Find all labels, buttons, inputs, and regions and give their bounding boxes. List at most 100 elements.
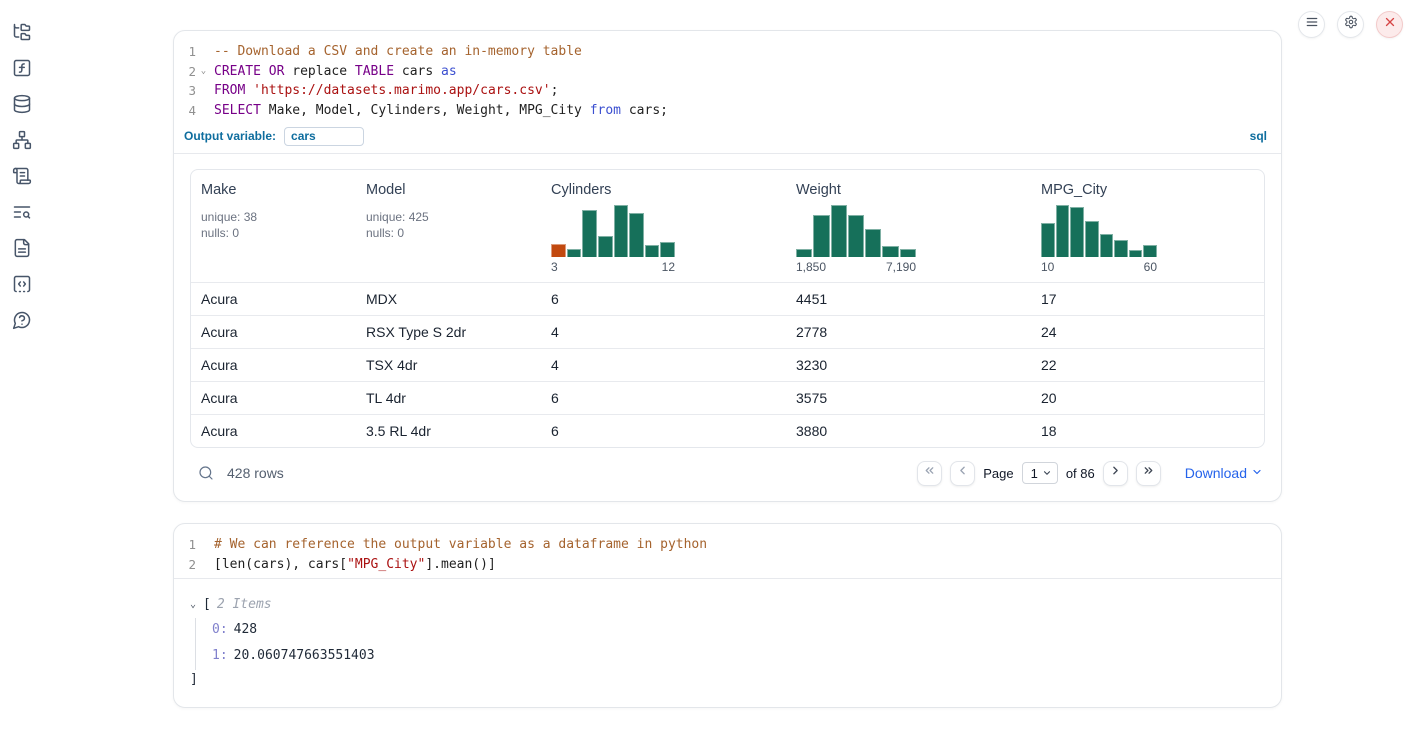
histogram-bar [567, 249, 582, 257]
fold-gutter [196, 555, 211, 575]
table-cell: TL 4dr [356, 381, 541, 414]
document-icon[interactable] [12, 238, 32, 258]
table-row[interactable]: Acura3.5 RL 4dr6388018 [191, 414, 1264, 447]
histogram-bar [629, 213, 644, 257]
page-total-label: of 86 [1066, 466, 1095, 481]
help-icon[interactable] [12, 310, 32, 330]
table-cell: 6 [541, 414, 786, 447]
table-row[interactable]: AcuraTL 4dr6357520 [191, 381, 1264, 414]
column-stat: unique: 38 [201, 209, 346, 226]
table-cell: 4 [541, 315, 786, 348]
file-tree-icon[interactable] [12, 22, 32, 42]
chevron-down-icon [1042, 466, 1052, 481]
hist-min-label: 3 [551, 260, 558, 274]
gear-icon [1344, 15, 1358, 34]
line-number: 3 [174, 81, 196, 101]
database-icon[interactable] [12, 94, 32, 114]
menu-button[interactable] [1298, 11, 1325, 38]
python-code-editor[interactable]: 1# We can reference the output variable … [174, 524, 1281, 578]
table-cell: 18 [1031, 414, 1264, 447]
histogram-bar [1129, 250, 1143, 257]
prev-page-button[interactable] [950, 461, 975, 486]
histogram-bar [865, 229, 881, 257]
last-page-button[interactable] [1136, 461, 1161, 486]
hamburger-icon [1305, 15, 1319, 34]
search-icon[interactable] [198, 465, 214, 481]
settings-button[interactable] [1337, 11, 1364, 38]
fold-gutter [196, 81, 211, 101]
table-cell: 6 [541, 381, 786, 414]
code-line: 4SELECT Make, Model, Cylinders, Weight, … [174, 101, 1281, 121]
histogram-bar [1143, 245, 1157, 257]
table-cell: Acura [191, 381, 356, 414]
column-stat: unique: 425 [366, 209, 531, 226]
table-footer: 428 rows Page 1 of 86 [190, 448, 1265, 488]
first-page-button[interactable] [917, 461, 942, 486]
fold-gutter [196, 101, 211, 121]
python-cell: 1# We can reference the output variable … [173, 523, 1282, 708]
pagination: Page 1 of 86 Download [917, 461, 1263, 486]
scroll-icon[interactable] [12, 166, 32, 186]
hist-min-label: 1,850 [796, 260, 826, 274]
table-cell: RSX Type S 2dr [356, 315, 541, 348]
function-square-icon[interactable] [12, 58, 32, 78]
sql-code-editor[interactable]: 1-- Download a CSV and create an in-memo… [174, 31, 1281, 125]
table-cell: 4451 [786, 282, 1031, 315]
code-line: 2⌄CREATE OR replace TABLE cars as [174, 62, 1281, 82]
logs-search-icon[interactable] [12, 202, 32, 222]
histogram-bar [1085, 221, 1099, 257]
output-variable-label: Output variable: [184, 129, 276, 143]
sidebar [0, 0, 44, 729]
window-controls [1298, 11, 1403, 38]
collapse-caret-icon[interactable]: ⌄ [190, 599, 203, 610]
output-variable-row: Output variable: sql [174, 125, 1281, 153]
close-button[interactable] [1376, 11, 1403, 38]
table-cell: 4 [541, 348, 786, 381]
histogram-bar [831, 205, 847, 257]
histogram-bar [1100, 234, 1114, 256]
dependency-graph-icon[interactable] [12, 130, 32, 150]
table-cell: 20 [1031, 381, 1264, 414]
table-row[interactable]: AcuraRSX Type S 2dr4277824 [191, 315, 1264, 348]
table-cell: 3880 [786, 414, 1031, 447]
snippets-icon[interactable] [12, 274, 32, 294]
table-row[interactable]: AcuraMDX6445117 [191, 282, 1264, 315]
column-header-weight[interactable]: Weight 1,850 7,190 [786, 170, 1031, 282]
histogram-bar [796, 249, 812, 257]
table-cell: 3230 [786, 348, 1031, 381]
line-number: 2 [174, 62, 196, 82]
column-header-mpg-city[interactable]: MPG_City 10 60 [1031, 170, 1264, 282]
chevrons-right-icon [1142, 464, 1155, 482]
table-row[interactable]: AcuraTSX 4dr4323022 [191, 348, 1264, 381]
python-output-tree: ⌄ [ 2 Items 0:4281:20.060747663551403 ] [174, 579, 1281, 707]
histogram-bar [848, 215, 864, 257]
code-line: 3FROM 'https://datasets.marimo.app/cars.… [174, 81, 1281, 101]
next-page-button[interactable] [1103, 461, 1128, 486]
table-cell: Acura [191, 414, 356, 447]
mpg-city-histogram [1041, 205, 1157, 257]
histogram-bar [900, 249, 916, 257]
weight-histogram [796, 205, 916, 257]
language-badge[interactable]: sql [1250, 129, 1267, 143]
histogram-bar [645, 245, 660, 256]
code-line: 2[len(cars), cars["MPG_City"].mean()] [174, 555, 1281, 575]
output-variable-input[interactable] [284, 127, 364, 146]
notebook: 1-- Download a CSV and create an in-memo… [173, 0, 1282, 708]
tree-entry: 1:20.060747663551403 [212, 644, 1265, 670]
histogram-bar [882, 246, 898, 256]
table-cell: 17 [1031, 282, 1264, 315]
cylinders-histogram [551, 205, 675, 257]
page-select[interactable]: 1 [1022, 462, 1058, 484]
download-button[interactable]: Download [1185, 465, 1263, 481]
fold-chevron-icon[interactable]: ⌄ [196, 62, 211, 82]
histogram-bar [1056, 205, 1070, 257]
tree-entry-value: 20.060747663551403 [234, 648, 375, 663]
column-header-model[interactable]: Model unique: 425 nulls: 0 [356, 170, 541, 282]
row-count: 428 rows [227, 465, 284, 481]
table-cell: 22 [1031, 348, 1264, 381]
table-cell: Acura [191, 348, 356, 381]
column-header-make[interactable]: Make unique: 38 nulls: 0 [191, 170, 356, 282]
data-table: Make unique: 38 nulls: 0 Model unique: 4… [190, 169, 1265, 448]
column-header-cylinders[interactable]: Cylinders 3 12 [541, 170, 786, 282]
histogram-bar [1041, 223, 1055, 257]
